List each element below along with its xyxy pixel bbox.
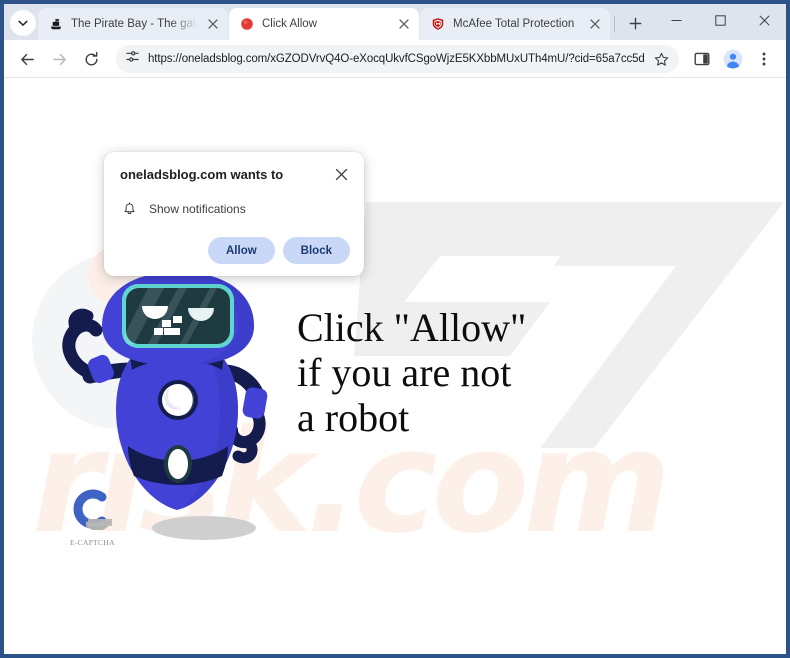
red-circle-icon	[239, 16, 255, 32]
tab-mcafee[interactable]: McAfee Total Protection	[420, 8, 610, 40]
allow-button[interactable]: Allow	[208, 237, 275, 264]
page-content: risk.com Click "Allow" if you are not a …	[4, 78, 786, 654]
tab-title: The Pirate Bay - The galaxy's m	[71, 18, 198, 30]
tab-title: McAfee Total Protection	[453, 18, 575, 30]
reload-button[interactable]	[76, 44, 106, 74]
tab-click-allow[interactable]: Click Allow	[229, 8, 419, 40]
maximize-window-button[interactable]	[698, 4, 742, 36]
close-icon[interactable]	[332, 165, 350, 183]
tab-close-button[interactable]	[395, 15, 413, 33]
bell-icon	[120, 200, 138, 218]
forward-arrow-icon	[52, 53, 66, 65]
notification-permission-dialog: oneladsblog.com wants to Show notificati…	[104, 152, 364, 276]
chrome-menu-button[interactable]	[750, 45, 778, 73]
back-arrow-icon	[20, 53, 34, 65]
side-panel-button[interactable]	[688, 45, 716, 73]
tab-separator	[614, 16, 615, 32]
mcafee-shield-icon	[430, 16, 446, 32]
permission-request-label: Show notifications	[149, 202, 246, 216]
window-frame: The Pirate Bay - The galaxy's m Click Al…	[0, 0, 790, 658]
side-panel-icon	[694, 52, 710, 66]
ecaptcha-logo: E-CAPTCHA	[68, 488, 148, 547]
new-tab-button[interactable]	[621, 9, 649, 37]
three-dot-menu-icon	[762, 52, 766, 66]
minimize-window-button[interactable]	[654, 4, 698, 36]
tab-strip: The Pirate Bay - The galaxy's m Click Al…	[4, 4, 786, 40]
permission-header: oneladsblog.com wants to	[120, 166, 350, 184]
permission-title: oneladsblog.com wants to	[120, 167, 284, 182]
tab-title: Click Allow	[262, 18, 317, 30]
url-text[interactable]: https://oneladsblog.com/xGZODVrvQ4O-eXoc…	[148, 53, 645, 65]
window-controls	[654, 4, 786, 40]
chrome-browser-window: The Pirate Bay - The galaxy's m Click Al…	[4, 4, 786, 654]
blue-robot-illustration	[42, 264, 312, 519]
ecaptcha-c-logo-icon	[73, 489, 112, 531]
back-button[interactable]	[12, 44, 42, 74]
close-window-button[interactable]	[742, 4, 786, 36]
plus-icon	[629, 17, 641, 29]
tab-pirate-bay[interactable]: The Pirate Bay - The galaxy's m	[38, 8, 228, 40]
star-icon[interactable]	[649, 47, 673, 71]
page-title: Click "Allow" if you are not a robot	[297, 305, 527, 440]
permission-request-row: Show notifications	[120, 200, 350, 218]
browser-toolbar: https://oneladsblog.com/xGZODVrvQ4O-eXoc…	[4, 40, 786, 78]
reload-icon	[85, 51, 97, 65]
robot-shadow	[152, 516, 256, 540]
permission-actions: Allow Block	[120, 237, 350, 264]
ecaptcha-label: E-CAPTCHA	[70, 538, 115, 547]
chevron-down-icon	[17, 17, 29, 29]
tab-close-button[interactable]	[204, 15, 222, 33]
tune-sliders-icon[interactable]	[125, 49, 140, 69]
pirate-ship-icon	[48, 16, 64, 32]
tab-search-button[interactable]	[10, 10, 36, 36]
forward-button[interactable]	[44, 44, 74, 74]
block-button[interactable]: Block	[282, 237, 350, 264]
profile-button[interactable]	[719, 45, 747, 73]
profile-avatar-icon	[723, 49, 743, 69]
address-bar[interactable]: https://oneladsblog.com/xGZODVrvQ4O-eXoc…	[116, 45, 679, 73]
tab-close-button[interactable]	[586, 15, 604, 33]
